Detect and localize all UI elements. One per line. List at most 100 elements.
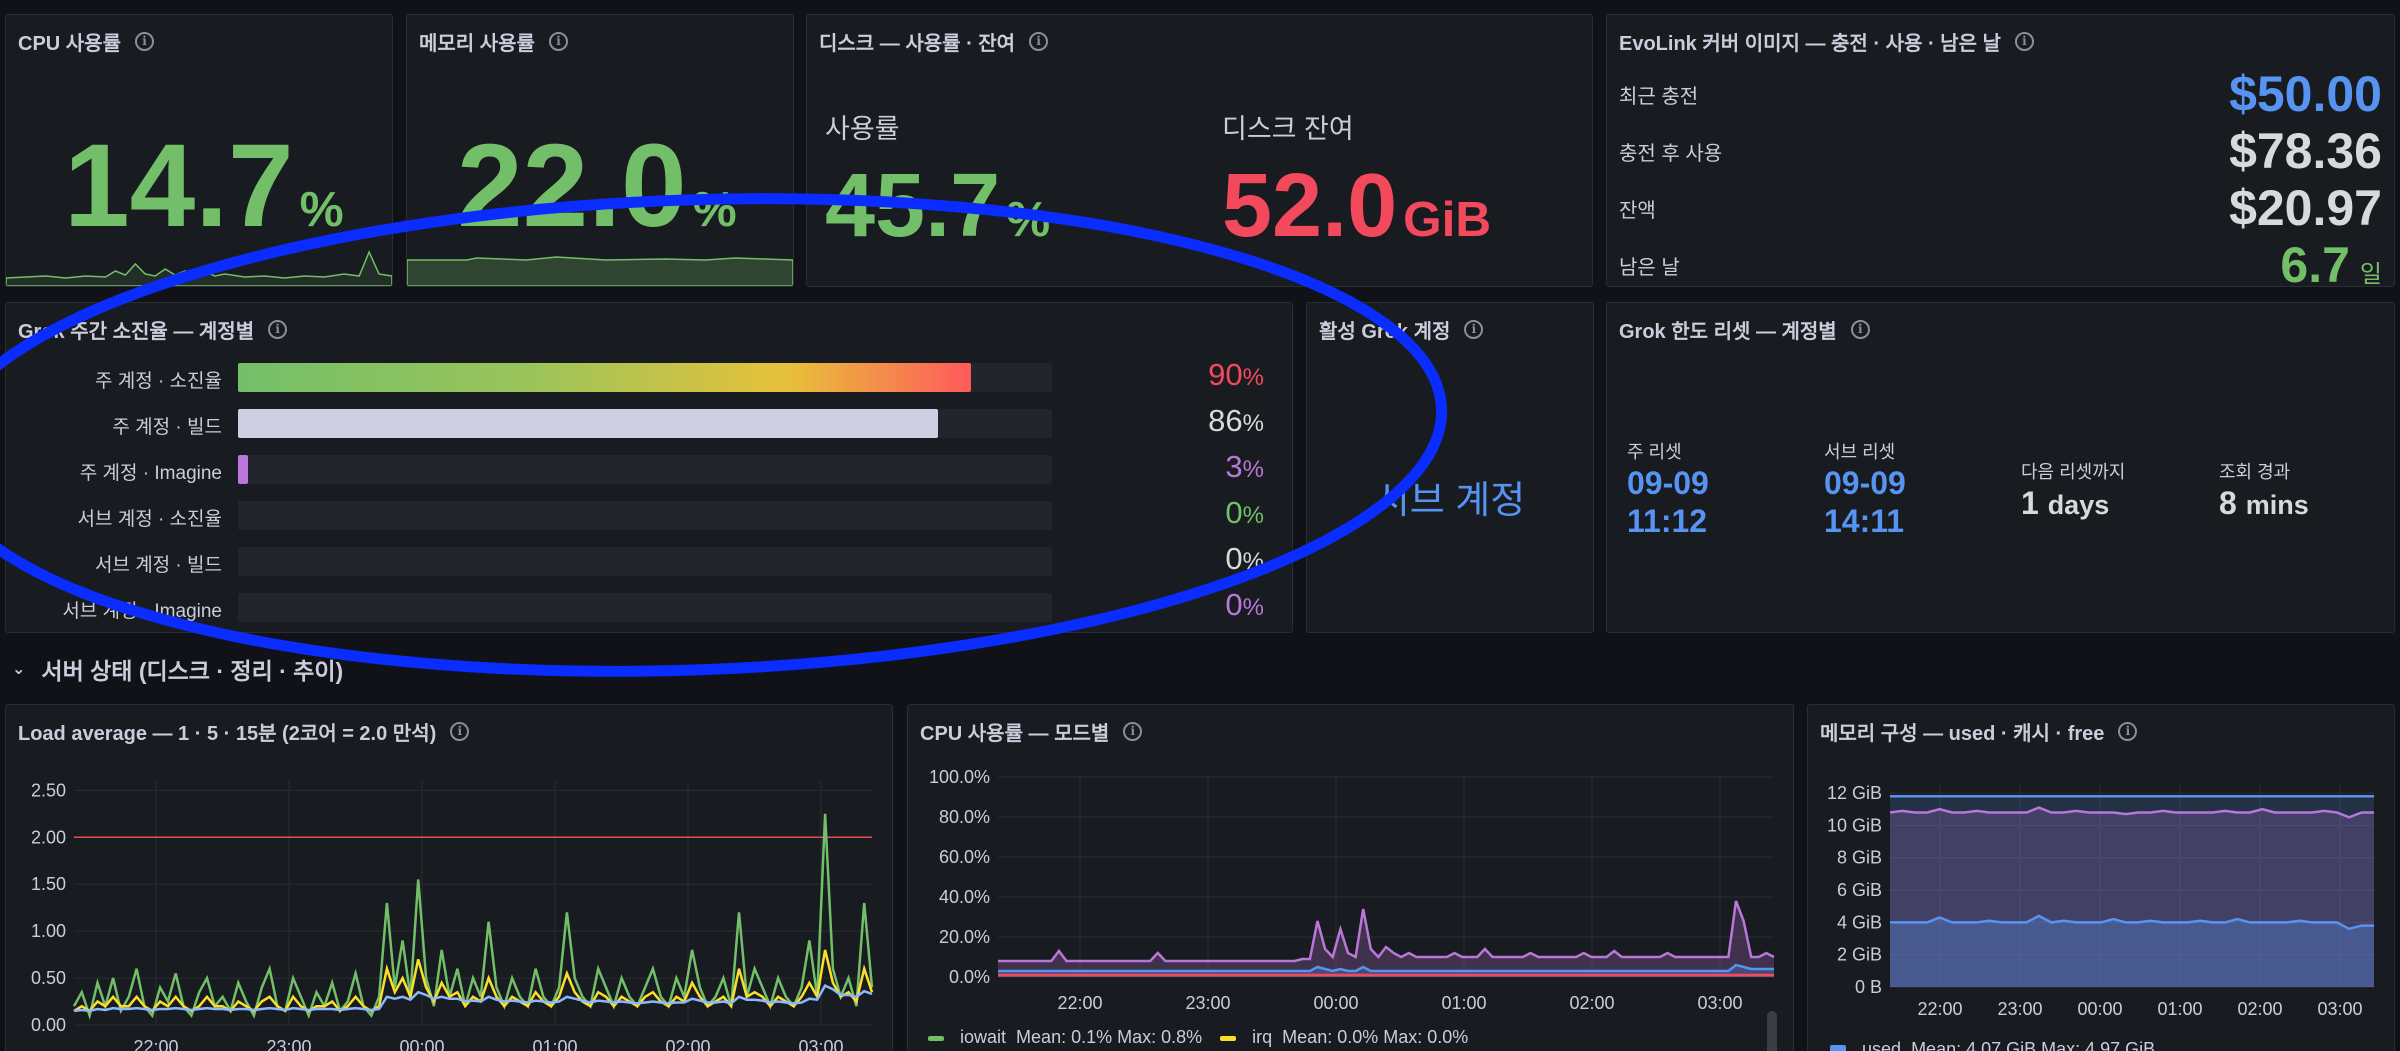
y-tick-label: 4 GiB xyxy=(1837,912,1882,932)
x-tick-label: 01:00 xyxy=(2157,999,2202,1019)
cpu-usage-panel: CPU 사용률 i 14.7% xyxy=(5,14,393,287)
x-tick-label: 03:00 xyxy=(2317,999,2362,1019)
bar-label: 서브 계정 · 빌드 xyxy=(94,555,222,576)
bar-value: 0% xyxy=(1225,541,1264,576)
active-grok-account-panel: 활성 Grok 계정 i 서브 계정 xyxy=(1306,302,1594,633)
bar-track xyxy=(238,501,1052,530)
y-tick-label: 0.50 xyxy=(31,968,66,988)
panel-title: CPU 사용률 xyxy=(18,33,121,55)
evolink-row-used: 충전 후 사용 $78.36 xyxy=(1619,123,2382,179)
x-tick-label: 02:00 xyxy=(665,1037,710,1051)
evolink-row-balance: 잔액 $20.97 xyxy=(1619,180,2382,236)
legend-item-irq[interactable]: irq Mean: 0.0% Max: 0.0% xyxy=(1220,1027,1468,1048)
info-icon[interactable]: i xyxy=(2014,32,2034,51)
recharge-value: $50.00 xyxy=(2229,66,2382,122)
memory-sparkline xyxy=(407,256,793,286)
info-icon[interactable]: i xyxy=(548,32,568,51)
y-tick-label: 2.00 xyxy=(31,827,66,847)
bar-track xyxy=(238,455,1052,484)
cpu-mode-legend: iowait Mean: 0.1% Max: 0.8% irq Mean: 0.… xyxy=(928,1027,1468,1048)
y-tick-label: 1.50 xyxy=(31,874,66,894)
x-tick-label: 02:00 xyxy=(2237,999,2282,1019)
info-icon[interactable]: i xyxy=(1850,320,1870,339)
bar-fill xyxy=(238,409,939,438)
x-tick-label: 22:00 xyxy=(1057,993,1102,1013)
x-tick-label: 23:00 xyxy=(1185,993,1230,1013)
x-tick-label: 01:00 xyxy=(532,1037,577,1051)
evolink-row-days-left: 남은 날 6.7 일 xyxy=(1619,236,2382,287)
info-icon[interactable]: i xyxy=(134,32,154,51)
disk-free-label: 디스크 잔여 xyxy=(1222,114,1354,144)
info-icon[interactable]: i xyxy=(268,320,288,339)
balance-value: $20.97 xyxy=(2229,180,2382,236)
panel-title: Grok 주간 소진율 — 계정별 xyxy=(18,321,255,343)
load-average-chart: 0.00 0.50 1.00 1.50 2.00 2.50 22:00 23:00 00:00 0… xyxy=(31,780,874,1051)
memory-legend: used Mean: 4.07 GiB Max: 4.97 GiB xyxy=(1830,1039,2155,1051)
reset-elapsed: 조회 경과 8 mins xyxy=(2219,462,2309,521)
panel-title: 활성 Grok 계정 xyxy=(1319,321,1451,343)
info-icon[interactable]: i xyxy=(1029,32,1049,51)
y-tick-label: 10 GiB xyxy=(1827,815,1882,835)
x-tick-label: 22:00 xyxy=(133,1037,178,1051)
y-tick-label: 2.50 xyxy=(31,780,66,800)
series-area xyxy=(998,901,1774,977)
legend-item-used[interactable]: used Mean: 4.07 GiB Max: 4.97 GiB xyxy=(1830,1039,2155,1051)
y-tick-label: 20.0% xyxy=(939,927,990,947)
memory-usage-panel: 메모리 사용률 i 22.0% xyxy=(406,14,794,287)
reset-sub: 서브 리셋 09-09 14:11 xyxy=(1824,442,1906,539)
y-tick-label: 1.00 xyxy=(31,921,66,941)
bar-track xyxy=(238,409,1052,438)
panel-title: Grok 한도 리셋 — 계정별 xyxy=(1619,321,1837,343)
used-value: $78.36 xyxy=(2229,123,2382,179)
info-icon[interactable]: i xyxy=(1464,320,1484,339)
disk-free-value: 52.0 GiB xyxy=(1222,156,1492,256)
bar-track xyxy=(238,593,1052,622)
active-account-value: 서브 계정 xyxy=(1374,480,1526,522)
bar-label: 주 계정 · 소진율 xyxy=(94,371,222,392)
disk-used-value: 45.7% xyxy=(825,156,1051,256)
evolink-panel: EvoLink 커버 이미지 — 충전 · 사용 · 남은 날 i 최근 충전 $5… xyxy=(1606,14,2395,287)
bar-value: 90% xyxy=(1208,357,1264,392)
y-tick-label: 0 B xyxy=(1855,977,1882,997)
x-tick-label: 00:00 xyxy=(1313,993,1358,1013)
legend-item-iowait[interactable]: iowait Mean: 0.1% Max: 0.8% xyxy=(928,1027,1202,1048)
x-tick-label: 00:00 xyxy=(2077,999,2122,1019)
memory-composition-chart: 0 B 2 GiB 4 GiB 6 GiB 8 GiB 10 GiB 12 GiB 22:00… xyxy=(1827,783,2374,1019)
bar-value: 3% xyxy=(1225,449,1264,484)
bar-label: 서브 계정 · 소진율 xyxy=(77,509,222,530)
reset-main: 주 리셋 09-09 11:12 xyxy=(1627,442,1709,539)
disk-used-label: 사용률 xyxy=(825,114,900,144)
disk-panel: 디스크 — 사용률 · 잔여 i 사용률 45.7% 디스크 잔여 52.0 GiB xyxy=(806,14,1593,287)
chevron-down-icon[interactable]: ⌄ xyxy=(12,659,25,679)
evolink-row-recharge: 최근 충전 $50.00 xyxy=(1619,66,2382,122)
cpu-sparkline xyxy=(6,250,392,286)
bar-value: 0% xyxy=(1225,587,1264,622)
bar-fill xyxy=(238,455,248,484)
bar-label: 주 계정 · 빌드 xyxy=(112,417,222,438)
x-tick-label: 03:00 xyxy=(798,1037,843,1051)
y-tick-label: 0.0% xyxy=(949,967,990,987)
memory-composition-panel: 메모리 구성 — used · 캐시 · free i 0 B2 GiB 4 GiB… xyxy=(1807,704,2395,1051)
series-line xyxy=(72,813,874,1021)
y-tick-label: 60.0% xyxy=(939,847,990,867)
load-average-panel: Load average — 1 · 5 · 15분 (2코어 = 2.0 만석… xyxy=(5,704,893,1051)
y-tick-label: 6 GiB xyxy=(1837,880,1882,900)
reset-next: 다음 리셋까지 1 days xyxy=(2021,462,2126,521)
y-tick-label: 40.0% xyxy=(939,887,990,907)
x-tick-label: 23:00 xyxy=(266,1037,311,1051)
cpu-mode-chart: 0.0% 20.0% 40.0% 60.0% 80.0% 100.0% 22:00 23:00… xyxy=(929,767,1775,1013)
grok-weekly-panel: Grok 주간 소진율 — 계정별 i 주 계정 · 소진율 90% 주 계정 · 빌… xyxy=(5,302,1293,633)
section-server-status[interactable]: ⌄ 서버 상태 (디스크 · 정리 · 추이) xyxy=(12,652,343,686)
bar-value: 0% xyxy=(1225,495,1264,530)
section-title: 서버 상태 (디스크 · 정리 · 추이) xyxy=(41,658,344,684)
x-tick-label: 03:00 xyxy=(1697,993,1742,1013)
bar-label: 주 계정 · Imagine xyxy=(79,463,222,484)
x-tick-label: 02:00 xyxy=(1569,993,1614,1013)
scrollbar[interactable] xyxy=(1767,1011,1777,1051)
panel-title: 메모리 사용률 xyxy=(419,33,535,55)
panel-title: EvoLink 커버 이미지 — 충전 · 사용 · 남은 날 xyxy=(1619,33,2001,55)
bar-fill xyxy=(238,363,971,392)
days-left-value: 6.7 일 xyxy=(2280,237,2382,287)
y-tick-label: 0.00 xyxy=(31,1015,66,1035)
y-tick-label: 80.0% xyxy=(939,807,990,827)
